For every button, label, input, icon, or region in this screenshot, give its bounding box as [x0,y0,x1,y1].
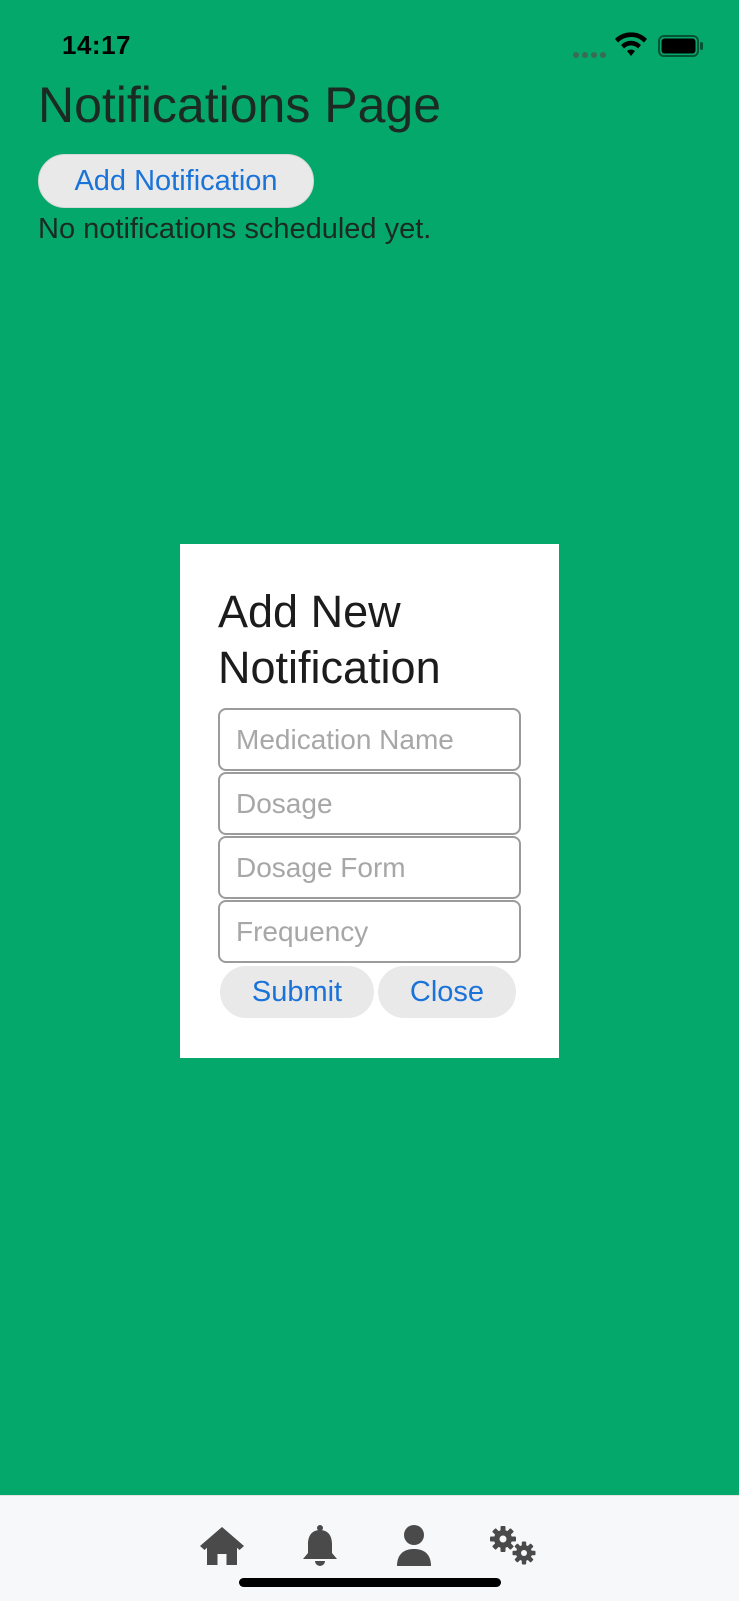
status-time: 14:17 [62,30,131,60]
battery-icon [658,35,703,57]
modal-title: Add New Notification [218,586,441,693]
frequency-input[interactable] [218,900,521,963]
bell-icon[interactable] [296,1524,344,1568]
submit-button[interactable]: Submit [220,966,374,1018]
dosage-input[interactable] [218,772,521,835]
empty-state-message: No notifications scheduled yet. [38,213,432,245]
user-icon[interactable] [390,1524,438,1568]
close-button[interactable]: Close [378,966,516,1018]
bottom-tab-bar [0,1495,739,1601]
page-title: Notifications Page [38,77,442,133]
add-notification-button[interactable]: Add Notification [38,154,314,208]
app-screen: 14:17 Notifications Page Add Notificatio… [0,0,739,1495]
gears-icon[interactable] [488,1524,540,1568]
medication-name-input[interactable] [218,708,521,771]
home-indicator [239,1578,501,1587]
dosage-form-input[interactable] [218,836,521,899]
home-icon[interactable] [198,1524,246,1568]
cellular-signal-icon [573,52,607,58]
wifi-icon [615,32,647,56]
add-notification-modal: Add New Notification Submit Close [180,544,559,1058]
